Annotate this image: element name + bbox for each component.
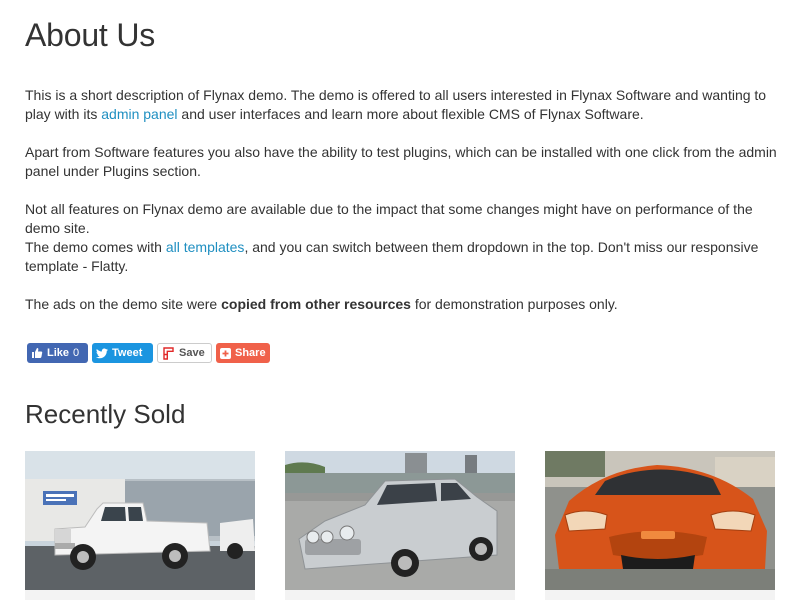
- all-templates-link[interactable]: all templates: [166, 239, 245, 255]
- twitter-bird-icon: [96, 348, 108, 359]
- sold-listing-card[interactable]: [25, 451, 255, 600]
- card-footer: [25, 590, 255, 600]
- page-title: About Us: [25, 17, 156, 53]
- recently-sold-list: [25, 451, 780, 600]
- pickup-truck-image: [25, 451, 255, 590]
- paragraph-ads-disclaimer: The ads on the demo site were copied fro…: [25, 296, 618, 312]
- save-button[interactable]: Save: [157, 343, 212, 363]
- flipboard-icon: [162, 346, 175, 360]
- sold-listing-card[interactable]: [545, 451, 775, 600]
- share-bar: Like 0 Tweet Save Share: [27, 343, 270, 363]
- about-content: This is a short description of Flynax de…: [25, 86, 777, 333]
- paragraph-features: Not all features on Flynax demo are avai…: [25, 201, 753, 236]
- tweet-button[interactable]: Tweet: [92, 343, 153, 363]
- orange-sports-car-image: [545, 451, 775, 590]
- share-button[interactable]: Share: [216, 343, 270, 363]
- recently-sold-title: Recently Sold: [25, 399, 186, 429]
- facebook-like-button[interactable]: Like 0: [27, 343, 88, 363]
- paragraph-templates: The demo comes with all templates, and y…: [25, 239, 759, 274]
- paragraph-intro: This is a short description of Flynax de…: [25, 87, 767, 122]
- card-footer: [285, 590, 515, 600]
- admin-panel-link[interactable]: admin panel: [101, 106, 177, 122]
- thumbs-up-icon: [31, 347, 43, 359]
- sold-listing-card[interactable]: [285, 451, 515, 600]
- plus-icon: [220, 347, 231, 359]
- like-count: 0: [73, 347, 80, 359]
- paragraph-plugins: Apart from Software features you also ha…: [25, 144, 777, 179]
- silver-sedan-image: [285, 451, 515, 590]
- card-footer: [545, 590, 775, 600]
